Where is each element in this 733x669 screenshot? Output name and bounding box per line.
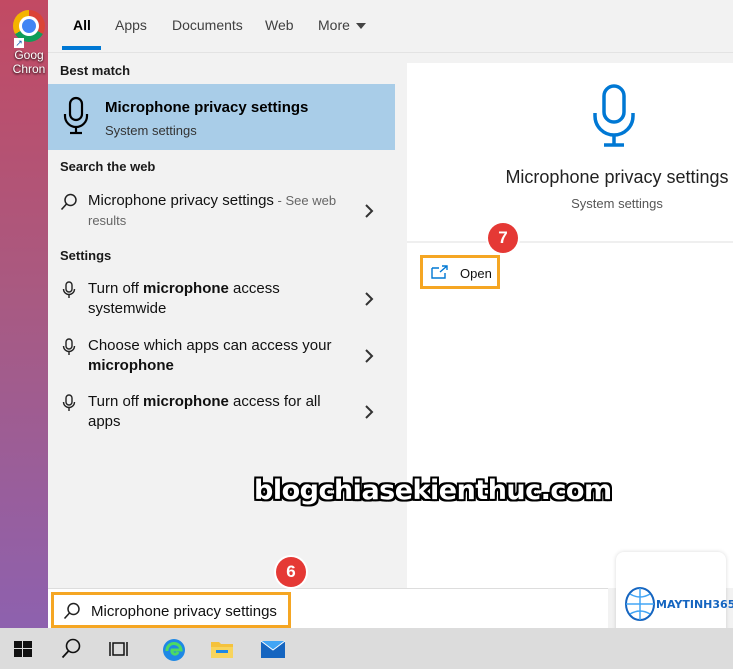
taskbar — [0, 628, 733, 669]
chevron-right-icon[interactable] — [363, 201, 375, 221]
search-web-heading: Search the web — [60, 159, 156, 174]
tab-more-label: More — [318, 17, 350, 33]
step-badge-6: 6 — [276, 557, 306, 587]
search-icon — [60, 193, 77, 211]
tab-web[interactable]: Web — [265, 17, 294, 33]
active-tab-indicator — [62, 46, 101, 50]
divider — [407, 241, 733, 243]
microphone-icon — [62, 281, 76, 298]
microphone-icon — [63, 96, 89, 135]
results-list: Best match Microphone privacy settings S… — [48, 53, 395, 628]
tab-apps[interactable]: Apps — [115, 17, 147, 33]
shortcut-arrow-icon: ↗ — [14, 38, 24, 48]
settings-item-text: Turn off — [88, 393, 144, 410]
best-match-subtitle: System settings — [105, 123, 197, 138]
settings-heading: Settings — [60, 248, 112, 263]
mail-button[interactable] — [248, 628, 296, 669]
start-button[interactable] — [0, 628, 48, 669]
search-tabs: All Apps Documents Web More — [48, 0, 733, 53]
preview-title: Microphone privacy settings — [505, 167, 729, 187]
search-input[interactable]: Microphone privacy settings — [51, 592, 291, 628]
best-match-title: Microphone privacy settings — [105, 99, 309, 116]
settings-item-keyword: microphone — [143, 280, 229, 297]
search-icon — [63, 602, 80, 620]
search-bar: Microphone privacy settings — [48, 588, 608, 629]
chevron-right-icon[interactable] — [363, 346, 375, 366]
web-result-text: Microphone privacy settings — [88, 192, 274, 209]
task-view-button[interactable] — [96, 628, 144, 669]
edge-icon — [163, 639, 185, 661]
tab-documents[interactable]: Documents — [172, 17, 243, 33]
tab-all[interactable]: All — [73, 17, 91, 33]
settings-item-keyword: microphone — [88, 357, 174, 374]
step-badge-7: 7 — [488, 223, 518, 253]
preview-pane: Microphone privacy settings System setti… — [407, 63, 733, 588]
microphone-icon — [62, 394, 76, 411]
microphone-icon — [62, 338, 76, 355]
tab-more[interactable]: More — [318, 17, 366, 33]
preview-subtitle: System settings — [571, 196, 663, 211]
microphone-icon — [593, 84, 635, 147]
settings-item-keyword: microphone — [143, 393, 229, 410]
task-view-icon — [109, 642, 128, 656]
best-match-item[interactable]: Microphone privacy settings System setti… — [48, 84, 395, 150]
desktop-shortcut-chrome[interactable]: ↗ Goog Chron — [8, 6, 50, 76]
settings-item[interactable]: Turn off microphone access for all apps — [48, 392, 395, 436]
chevron-down-icon — [355, 23, 366, 30]
file-explorer-icon — [211, 642, 233, 658]
open-button[interactable]: Open — [420, 255, 500, 289]
globe-logo-icon — [625, 587, 655, 621]
start-search-panel: All Apps Documents Web More Best match M… — [48, 0, 733, 628]
logo-text: MAYTINH365 — [656, 598, 733, 611]
chevron-right-icon[interactable] — [363, 402, 375, 422]
file-explorer-button[interactable] — [198, 628, 246, 669]
windows-start-icon — [14, 641, 32, 657]
open-button-label: Open — [460, 266, 492, 281]
settings-item-text: Choose which apps can access your — [88, 337, 332, 354]
watermark-text: blogchiasekienthuc.com — [254, 475, 612, 506]
settings-item[interactable]: Choose which apps can access your microp… — [48, 336, 395, 380]
edge-button[interactable] — [150, 628, 198, 669]
chevron-right-icon[interactable] — [363, 289, 375, 309]
best-match-heading: Best match — [60, 63, 131, 78]
settings-item-text: Turn off — [88, 280, 144, 297]
mail-icon — [260, 640, 286, 658]
settings-item[interactable]: Turn off microphone access systemwide — [48, 279, 395, 323]
desktop-shortcut-label: Goog Chron — [12, 48, 46, 76]
search-input-value: Microphone privacy settings — [91, 603, 277, 620]
open-external-icon — [431, 265, 448, 279]
web-result-item[interactable]: Microphone privacy settings - See web re… — [48, 191, 395, 233]
search-icon — [61, 638, 81, 659]
taskbar-search-button[interactable] — [48, 628, 96, 669]
